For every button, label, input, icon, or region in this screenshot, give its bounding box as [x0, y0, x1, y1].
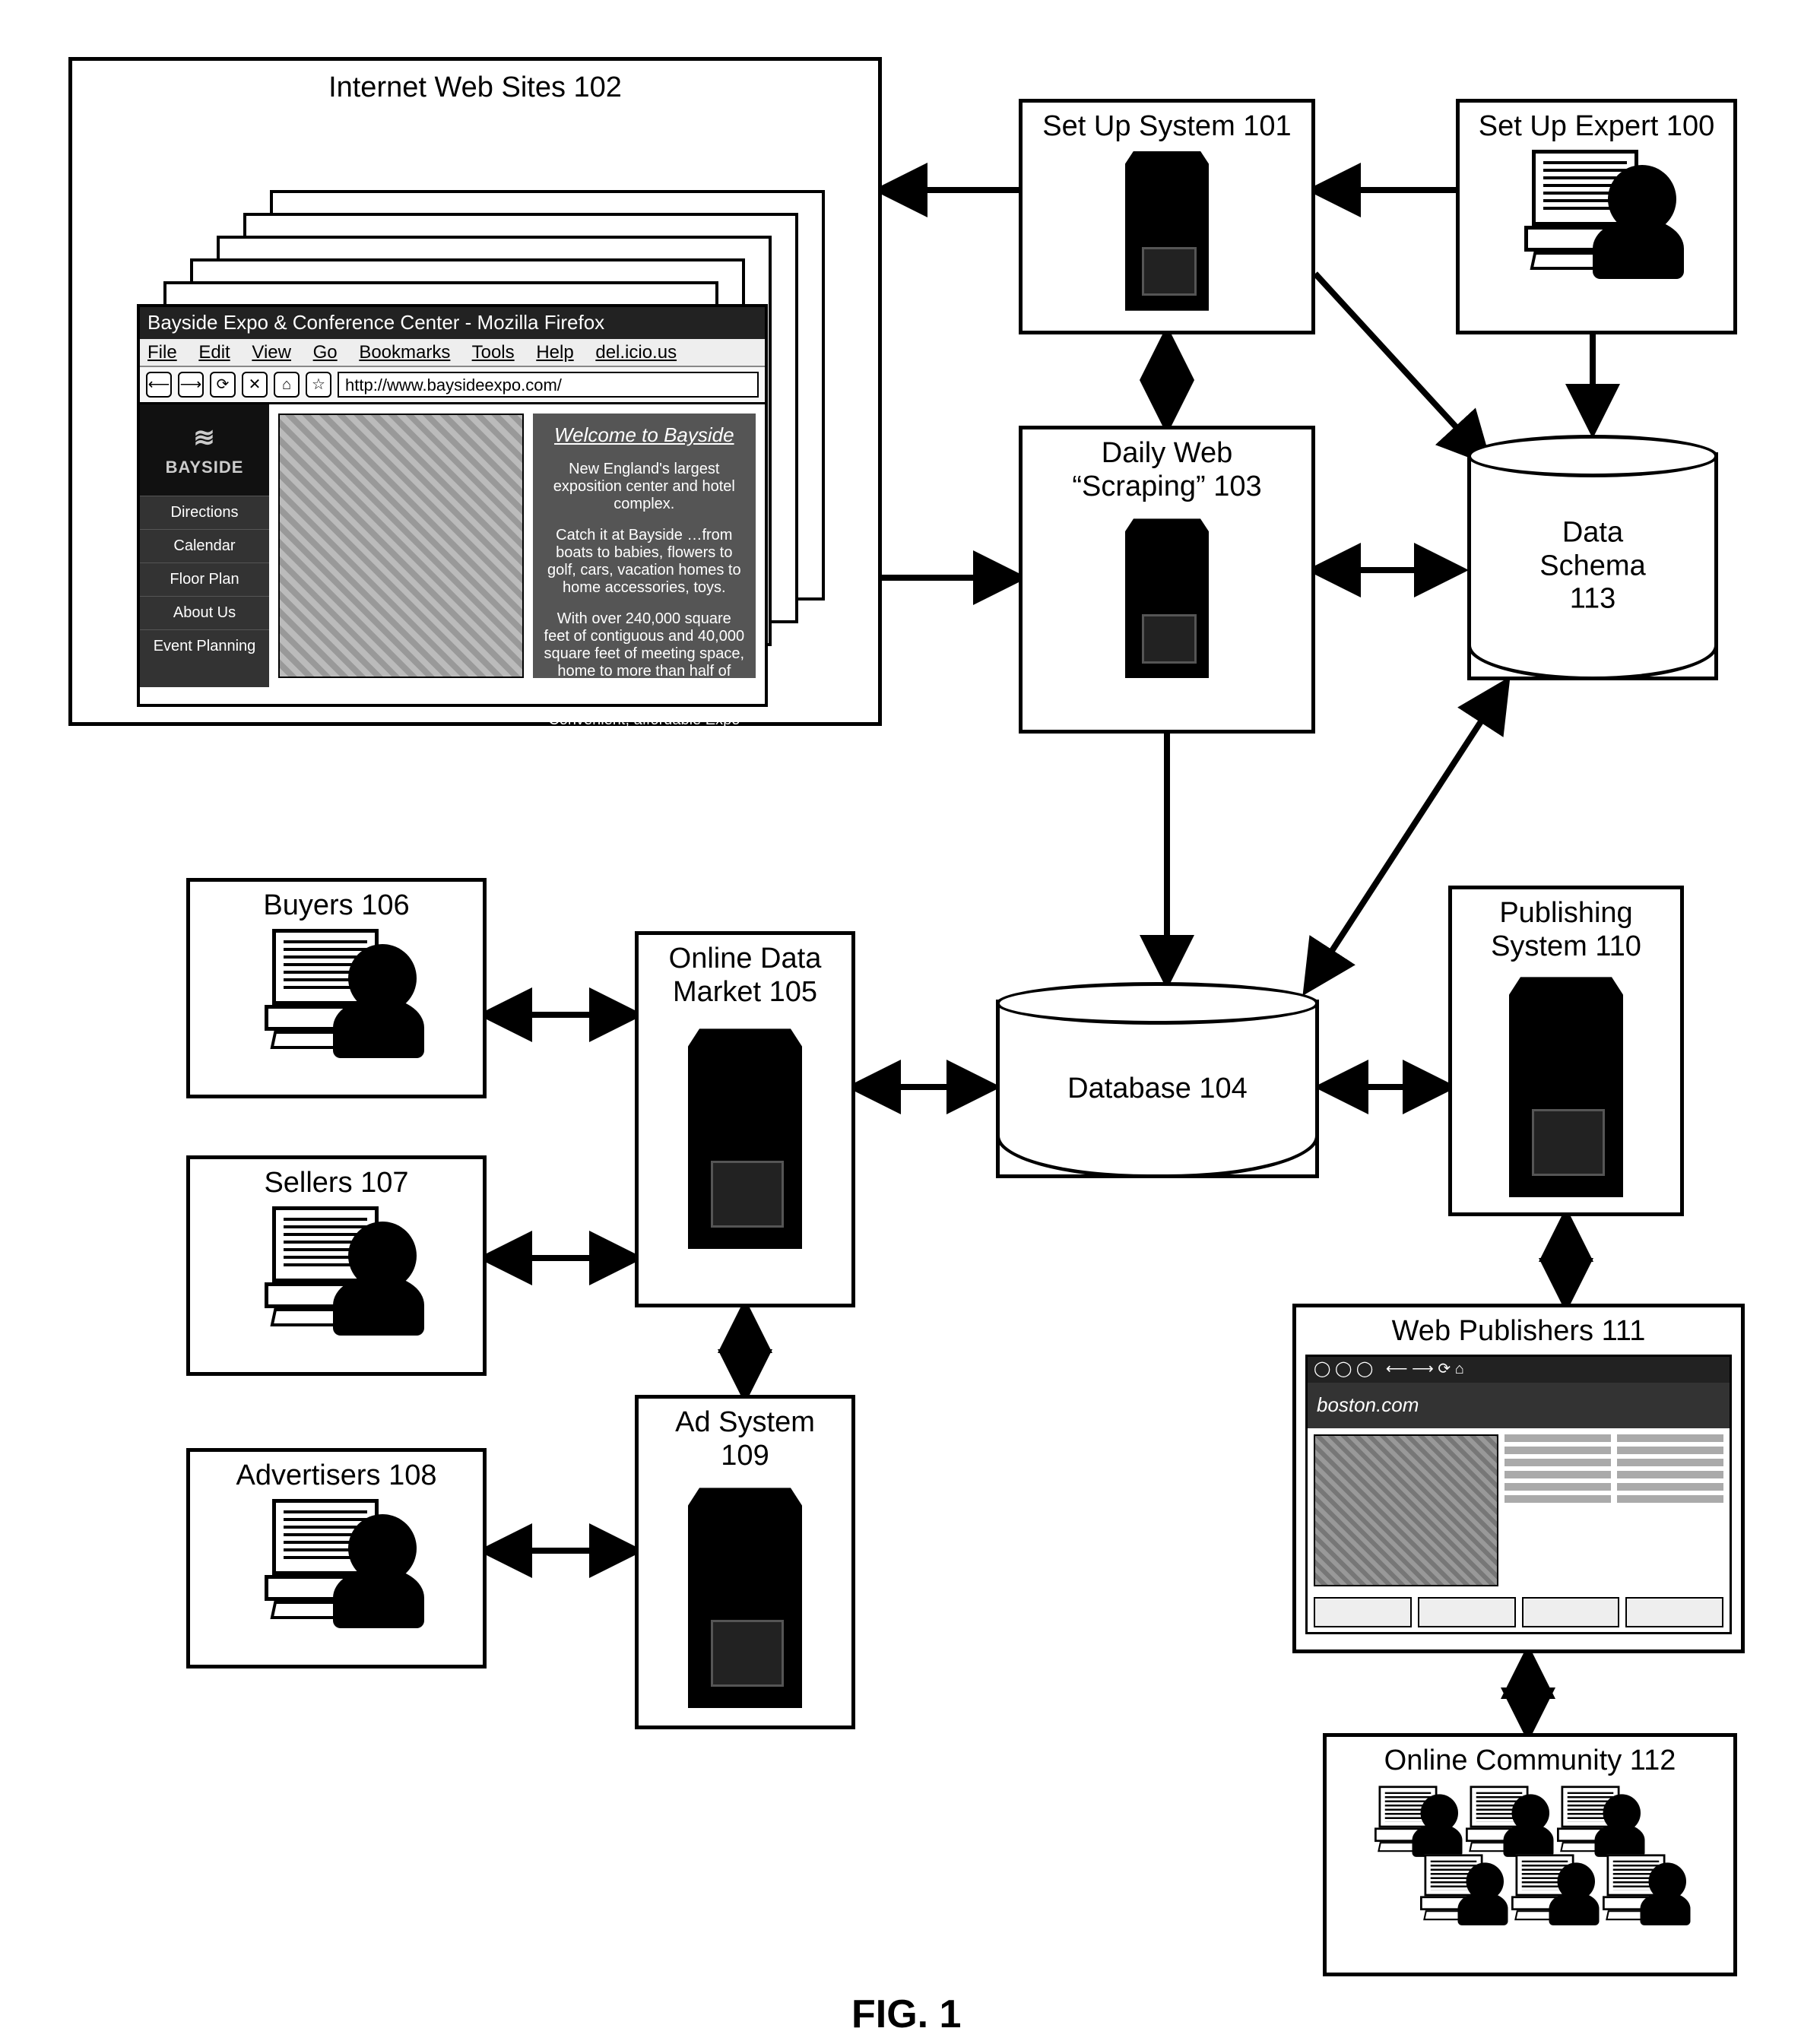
tag-icon: ☆ [306, 372, 331, 398]
menu-item: Tools [472, 342, 515, 363]
thumb-toolbar: ◯ ◯ ◯ ⟵ ⟶ ⟳ ⌂ [1308, 1357, 1730, 1383]
node-web-publishers: Web Publishers 111 ◯ ◯ ◯ ⟵ ⟶ ⟳ ⌂ boston.… [1292, 1304, 1745, 1653]
browser-main: Welcome to Bayside New England's largest… [269, 404, 765, 687]
site-logo-text: BAYSIDE [166, 458, 244, 477]
node-label: Database 104 [1000, 1073, 1315, 1106]
menu-item: del.icio.us [595, 342, 677, 363]
browser-body: ≋ BAYSIDE Directions Calendar Floor Plan… [140, 404, 765, 687]
node-label: Advertisers 108 [190, 1459, 483, 1493]
node-database: Database 104 [996, 1000, 1319, 1178]
node-label: Buyers 106 [190, 889, 483, 923]
node-set-up-expert: Set Up Expert 100 [1456, 99, 1737, 334]
forward-icon: ⟶ [178, 372, 204, 398]
browser-toolbar: ⟵ ⟶ ⟳ ✕ ⌂ ☆ http://www.baysideexpo.com/ [140, 367, 765, 404]
menu-item: View [252, 342, 291, 363]
menu-item: Bookmarks [359, 342, 450, 363]
node-online-community: Online Community 112 [1323, 1733, 1737, 1976]
user-at-computer-icon [265, 1206, 409, 1328]
node-label: Web Publishers 111 [1296, 1315, 1741, 1348]
site-logo: ≋ BAYSIDE [140, 404, 269, 496]
server-icon [688, 1028, 802, 1249]
server-icon [1125, 518, 1209, 678]
hero-sub: New England's largest exposition center … [544, 461, 745, 513]
node-label: Internet Web Sites 102 [72, 71, 878, 105]
browser-menu: File Edit View Go Bookmarks Tools Help d… [140, 339, 765, 368]
hero-sub: Catch it at Bayside …from boats to babie… [544, 527, 745, 597]
node-label: Publishing System 110 [1452, 897, 1680, 963]
node-label: Sellers 107 [190, 1167, 483, 1200]
hero-sub: Convenient, affordable Expo—minutes away… [544, 711, 745, 746]
node-set-up-system: Set Up System 101 [1019, 99, 1315, 334]
hero-headline: Welcome to Bayside [544, 424, 745, 447]
sidebar-item: Event Planning [140, 629, 269, 663]
browser-title: Bayside Expo & Conference Center - Mozil… [140, 307, 765, 339]
node-sellers: Sellers 107 [186, 1155, 487, 1376]
sidebar-item: Floor Plan [140, 562, 269, 596]
node-publishing-system: Publishing System 110 [1448, 886, 1684, 1216]
sidebar-item: About Us [140, 596, 269, 629]
hero-sub: With over 240,000 square feet of contigu… [544, 610, 745, 698]
user-at-computer-icon [1524, 150, 1669, 271]
node-advertisers: Advertisers 108 [186, 1448, 487, 1668]
browser-window: Bayside Expo & Conference Center - Mozil… [137, 304, 768, 707]
node-label: Daily Web “Scraping” 103 [1023, 437, 1311, 503]
url-box: http://www.baysideexpo.com/ [338, 372, 759, 398]
node-internet-web-sites: Internet Web Sites 102 Bayside Expo & Co… [68, 57, 882, 726]
back-icon: ⟵ [146, 372, 172, 398]
users-group-icon [1367, 1783, 1694, 1942]
node-ad-system: Ad System 109 [635, 1395, 855, 1729]
thumb-brand: boston.com [1308, 1383, 1730, 1428]
server-icon [1125, 151, 1209, 311]
reload-icon: ⟳ [210, 372, 236, 398]
menu-item: Edit [198, 342, 230, 363]
node-online-data-market: Online Data Market 105 [635, 931, 855, 1307]
hero-text: Welcome to Bayside New England's largest… [533, 414, 756, 678]
browser-sidebar: ≋ BAYSIDE Directions Calendar Floor Plan… [140, 404, 269, 687]
node-label: Online Data Market 105 [639, 943, 851, 1009]
publisher-site-thumb: ◯ ◯ ◯ ⟵ ⟶ ⟳ ⌂ boston.com [1305, 1355, 1732, 1634]
server-icon [688, 1488, 802, 1708]
node-buyers: Buyers 106 [186, 878, 487, 1098]
user-at-computer-icon [265, 1499, 409, 1621]
menu-item: Help [536, 342, 573, 363]
user-at-computer-icon [265, 929, 409, 1051]
node-label: Set Up System 101 [1023, 110, 1311, 144]
home-icon: ⌂ [274, 372, 300, 398]
node-label: Ad System 109 [639, 1406, 851, 1472]
figure-caption: FIG. 1 [851, 1992, 961, 2037]
node-label: Set Up Expert 100 [1460, 110, 1733, 144]
sidebar-item: Calendar [140, 529, 269, 562]
diagram-canvas: Internet Web Sites 102 Bayside Expo & Co… [0, 0, 1820, 2044]
node-data-schema: Data Schema 113 [1467, 452, 1718, 680]
hero-image [278, 414, 524, 678]
node-label: Data Schema 113 [1471, 516, 1714, 616]
sidebar-item: Directions [140, 496, 269, 529]
node-label: Online Community 112 [1327, 1745, 1733, 1778]
node-daily-web-scraping: Daily Web “Scraping” 103 [1019, 426, 1315, 734]
server-icon [1509, 977, 1623, 1197]
stop-icon: ✕ [242, 372, 268, 398]
menu-item: File [147, 342, 177, 363]
menu-item: Go [313, 342, 338, 363]
